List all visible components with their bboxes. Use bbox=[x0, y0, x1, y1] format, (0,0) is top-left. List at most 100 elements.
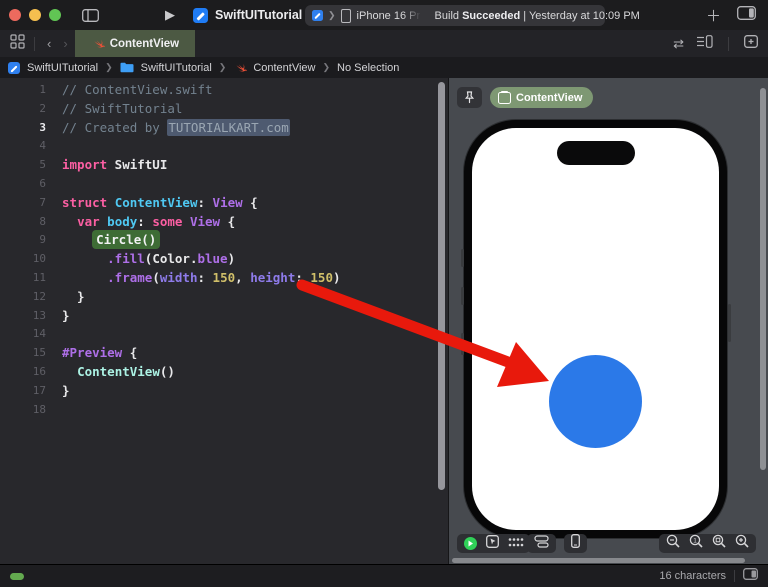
line-number[interactable]: 8 bbox=[0, 213, 46, 232]
code-line[interactable]: // SwiftTutorial bbox=[62, 100, 341, 119]
code-token: { bbox=[122, 345, 138, 361]
code-token: ContentView bbox=[77, 363, 160, 379]
line-number[interactable]: 1 bbox=[0, 81, 46, 100]
code-line[interactable]: // Created by TUTORIALKART.com bbox=[62, 118, 341, 138]
zoom-fit-button[interactable] bbox=[712, 534, 726, 553]
zoom-out-button[interactable] bbox=[666, 534, 680, 553]
tab-contentview[interactable]: ContentView bbox=[74, 30, 196, 57]
pin-preview-button[interactable] bbox=[457, 87, 482, 108]
editor-layout-icon[interactable] bbox=[737, 5, 756, 25]
run-destination[interactable]: iPhone 16 Pr bbox=[357, 9, 421, 22]
code-editor[interactable]: 1 2 3 4 5 6 7 8 9 10 11 12 13 14 15 16 17 18 // ContentVi… bbox=[0, 78, 449, 565]
code-token: height bbox=[250, 269, 296, 285]
code-token: some bbox=[152, 213, 183, 229]
code-token: ( bbox=[152, 269, 160, 285]
preview-target-pill[interactable]: ContentView bbox=[490, 87, 594, 108]
line-number[interactable]: 2 bbox=[0, 100, 46, 119]
window-title: SwiftUITutorial bbox=[215, 8, 303, 22]
line-number[interactable]: 18 bbox=[0, 401, 46, 420]
main-content: 1 2 3 4 5 6 7 8 9 10 11 12 13 14 15 16 17 18 // ContentVi… bbox=[0, 78, 768, 565]
line-number[interactable]: 17 bbox=[0, 382, 46, 401]
overview-grid-icon[interactable] bbox=[10, 33, 25, 54]
status-bar: 16 characters bbox=[0, 564, 768, 587]
line-number[interactable]: 14 bbox=[0, 325, 46, 344]
device-settings-button[interactable] bbox=[571, 534, 580, 553]
project-cluster: SwiftUITutorial bbox=[193, 7, 303, 23]
code-line[interactable] bbox=[62, 137, 341, 156]
code-area[interactable]: // ContentView.swift // SwiftTutorial // C… bbox=[62, 81, 341, 419]
code-line[interactable]: } bbox=[62, 307, 341, 326]
color-scheme-variants-button[interactable] bbox=[534, 534, 549, 553]
code-line[interactable]: .fill(Color.blue) bbox=[62, 250, 341, 269]
add-editor-icon[interactable] bbox=[744, 34, 758, 53]
line-number[interactable]: 10 bbox=[0, 250, 46, 269]
action-button bbox=[461, 249, 464, 267]
code-line[interactable]: #Preview { bbox=[62, 344, 341, 363]
preview-horizontal-scrollbar[interactable] bbox=[452, 558, 745, 563]
xcode-window: ▶ SwiftUITutorial ❯ iPhone 16 Pr Build S… bbox=[0, 0, 768, 587]
line-number[interactable]: 13 bbox=[0, 307, 46, 326]
divider bbox=[34, 36, 35, 51]
code-line[interactable]: ContentView() bbox=[62, 363, 341, 382]
editor-scrollbar[interactable] bbox=[438, 82, 445, 490]
code-token: SwiftUI bbox=[107, 157, 168, 173]
breadcrumb-file[interactable]: ContentView bbox=[253, 62, 315, 74]
go-back-button[interactable]: ‹ bbox=[44, 36, 54, 51]
code-token: } bbox=[62, 288, 85, 304]
minimize-window-button[interactable] bbox=[29, 9, 41, 21]
code-token: 150 bbox=[212, 269, 236, 285]
breadcrumb-selection[interactable]: No Selection bbox=[337, 62, 399, 74]
line-number[interactable]: 6 bbox=[0, 175, 46, 194]
code-line[interactable]: } bbox=[62, 288, 341, 307]
preview-target-label: ContentView bbox=[516, 91, 583, 104]
sidebar-toggle-icon[interactable] bbox=[82, 8, 99, 22]
code-line[interactable]: var body: some View { bbox=[62, 213, 341, 232]
code-token: : bbox=[197, 194, 213, 210]
code-token: } bbox=[62, 382, 70, 398]
line-number[interactable]: 4 bbox=[0, 137, 46, 156]
run-button[interactable]: ▶ bbox=[165, 7, 175, 23]
code-line[interactable]: // ContentView.swift bbox=[62, 81, 341, 100]
line-number[interactable]: 12 bbox=[0, 288, 46, 307]
code-line[interactable]: Circle() bbox=[62, 230, 341, 250]
variants-grid-button[interactable] bbox=[508, 535, 524, 553]
code-token: #Preview bbox=[62, 345, 123, 361]
related-items-icon[interactable]: ⇄ bbox=[673, 36, 684, 52]
zoom-in-button[interactable] bbox=[735, 534, 749, 553]
code-line[interactable] bbox=[62, 175, 341, 194]
divider bbox=[728, 36, 729, 51]
code-line[interactable]: } bbox=[62, 382, 341, 401]
titlebar-right-controls: ＋ bbox=[706, 0, 768, 30]
code-token: struct bbox=[62, 194, 108, 210]
line-number[interactable]: 16 bbox=[0, 363, 46, 382]
line-number[interactable]: 9 bbox=[0, 231, 46, 250]
code-line[interactable] bbox=[62, 325, 341, 344]
code-line[interactable] bbox=[62, 401, 341, 420]
zoom-100-button[interactable]: 1 bbox=[689, 534, 703, 553]
line-number[interactable]: 5 bbox=[0, 156, 46, 175]
code-line[interactable]: .frame(width: 150, height: 150) bbox=[62, 269, 340, 288]
display-icon[interactable] bbox=[743, 567, 758, 585]
code-line[interactable]: struct ContentView: View { bbox=[62, 194, 341, 213]
line-number[interactable]: 7 bbox=[0, 194, 46, 213]
preview-vertical-scrollbar[interactable] bbox=[760, 88, 766, 470]
code-line[interactable]: import SwiftUI bbox=[62, 156, 341, 175]
line-number[interactable]: 3 bbox=[0, 119, 46, 138]
close-window-button[interactable] bbox=[9, 9, 21, 21]
breadcrumb-group[interactable]: SwiftUITutorial bbox=[141, 62, 212, 74]
line-number[interactable]: 15 bbox=[0, 344, 46, 363]
line-number[interactable]: 11 bbox=[0, 269, 46, 288]
zoom-window-button[interactable] bbox=[49, 9, 61, 21]
activity-status-pill[interactable]: ❯ iPhone 16 Pr Build Succeeded | Yesterd… bbox=[305, 5, 640, 26]
breadcrumb-project[interactable]: SwiftUITutorial bbox=[27, 62, 98, 74]
minimap-icon[interactable] bbox=[696, 34, 713, 53]
iphone-screen[interactable] bbox=[472, 128, 719, 530]
pin-icon bbox=[464, 91, 475, 104]
new-tab-icon[interactable]: ＋ bbox=[706, 5, 721, 26]
live-preview-button[interactable] bbox=[464, 537, 477, 550]
go-forward-button[interactable]: › bbox=[60, 36, 70, 51]
blue-circle-view[interactable] bbox=[549, 355, 642, 448]
selectable-mode-button[interactable] bbox=[486, 534, 499, 553]
